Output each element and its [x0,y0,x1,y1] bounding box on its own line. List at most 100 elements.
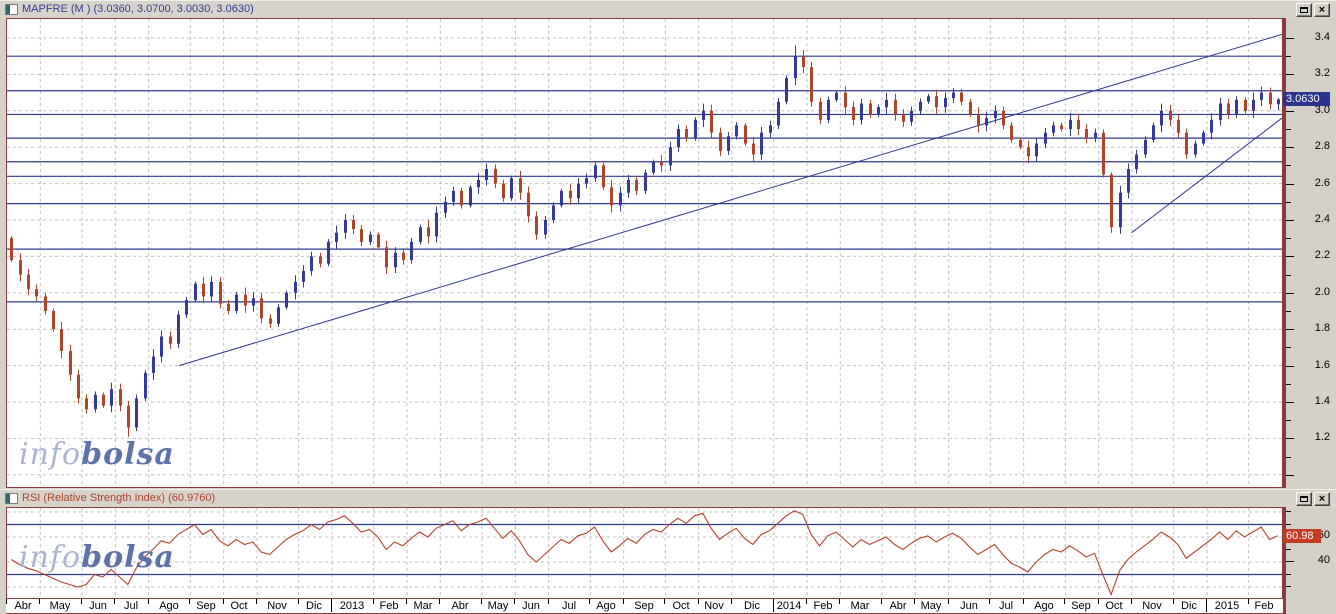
candle-body [952,92,955,99]
month-tick [223,599,224,604]
close-button[interactable]: × [1314,492,1330,506]
year-tick [773,599,774,612]
rsi-chart-plot[interactable]: infobolsa [6,507,1283,599]
x-axis-label: Mar [850,600,870,612]
month-tick [698,599,699,604]
month-tick [298,599,299,604]
candle-body [302,270,305,282]
x-axis-label: Abr [14,600,32,612]
close-button[interactable]: × [1314,3,1330,17]
rsi-chart-canvas[interactable] [7,508,1282,598]
candle-body [77,374,80,399]
candle-body [1269,92,1272,105]
x-axis-label: Nov [267,600,287,612]
x-axis-label: Abr [451,600,469,612]
candle-body [352,220,355,230]
minor-tick [1286,275,1291,276]
candle-body [135,398,138,428]
candle-body [210,281,213,297]
restore-button[interactable] [1296,492,1312,506]
candle-body [1019,139,1022,148]
restore-button[interactable] [1296,3,1312,17]
month-tick [1173,599,1174,604]
minor-tick [1286,202,1291,203]
x-axis-label: Dic [744,600,760,612]
candle-body [310,256,313,271]
candle-body [935,96,938,108]
candle-body [1235,99,1238,115]
candle-body [444,201,447,213]
x-axis-label: May [49,600,71,612]
candle-body [402,252,405,261]
x-axis-label: 2014 [776,600,802,612]
price-axis: 1.2 1.4 1.6 1.8 2.0 2.2 2.4 2.6 2.8 3.0 3.2 3.4 [1286,19,1336,487]
candle-body [677,129,680,148]
chart-window-icon [5,4,18,15]
restore-icon [1300,496,1308,502]
last-price-tag: 3.0630 [1283,92,1330,106]
month-tick [548,599,549,604]
minor-tick [1286,56,1291,57]
rsi-panel-titlebar[interactable]: RSI (Relative Strength Index) (60.9760) … [0,489,1336,508]
x-axis-label: May [487,600,509,612]
candle-body [110,389,113,406]
minor-tick [1286,384,1291,385]
x-axis-label: Ago [1034,600,1054,612]
price-chart-plot[interactable]: infobolsa [6,18,1283,488]
candle-body [860,103,863,120]
month-tick [373,599,374,604]
candle-body [827,99,830,120]
candle-body [1077,119,1080,129]
candle-body [685,129,688,139]
candle-body [1069,119,1072,129]
month-tick [1131,599,1132,604]
month-tick [114,599,115,604]
x-axis-label: Dic [306,600,322,612]
x-axis-label: Jul [123,600,139,612]
x-axis-label: Jun [960,600,978,612]
candle-body [102,394,105,406]
month-tick [189,599,190,604]
price-chart-canvas[interactable] [7,19,1282,487]
trend-line[interactable] [178,33,1282,367]
minor-tick [1286,511,1291,512]
candle-body [552,205,555,220]
candle-body [719,132,722,151]
candle-body [1027,147,1030,157]
x-axis-label: Jul [561,600,577,612]
price-panel-titlebar[interactable]: MAPFRE (M ) (3.0360, 3.0700, 3.0030, 3.0… [0,0,1336,19]
candle-body [394,252,397,268]
candle-body [735,125,738,137]
candle-body [1260,92,1263,100]
candle-body [744,125,747,144]
candle-body [752,143,755,155]
candle-body [1202,132,1205,144]
candle-body [1127,169,1130,193]
month-tick [589,599,590,604]
candle-body [269,318,272,324]
month-tick [731,599,732,604]
price-axis-label: 1.8 [1314,322,1330,334]
rsi-panel-title: RSI (Relative Strength Index) (60.9760) [22,492,216,504]
candle-body [127,405,130,428]
x-axis-label: Feb [1254,600,1274,612]
month-tick [39,599,40,604]
candle-body [152,356,155,373]
candle-body [1210,119,1213,133]
x-axis-label: Sep [634,600,654,612]
candle-body [1227,103,1230,115]
candle-body [660,161,663,166]
month-tick [439,599,440,604]
candle-body [1160,110,1163,126]
candle-body [344,220,347,233]
month-tick [914,599,915,604]
candle-body [202,283,205,297]
x-axis-label: Dic [1181,600,1197,612]
x-axis-label: 2015 [1214,600,1240,612]
candle-body [985,118,988,126]
candle-body [760,132,763,155]
x-axis-label: Mar [413,600,433,612]
candle-body [494,169,497,184]
candle-body [702,110,705,120]
price-axis-label: 1.2 [1314,431,1330,443]
